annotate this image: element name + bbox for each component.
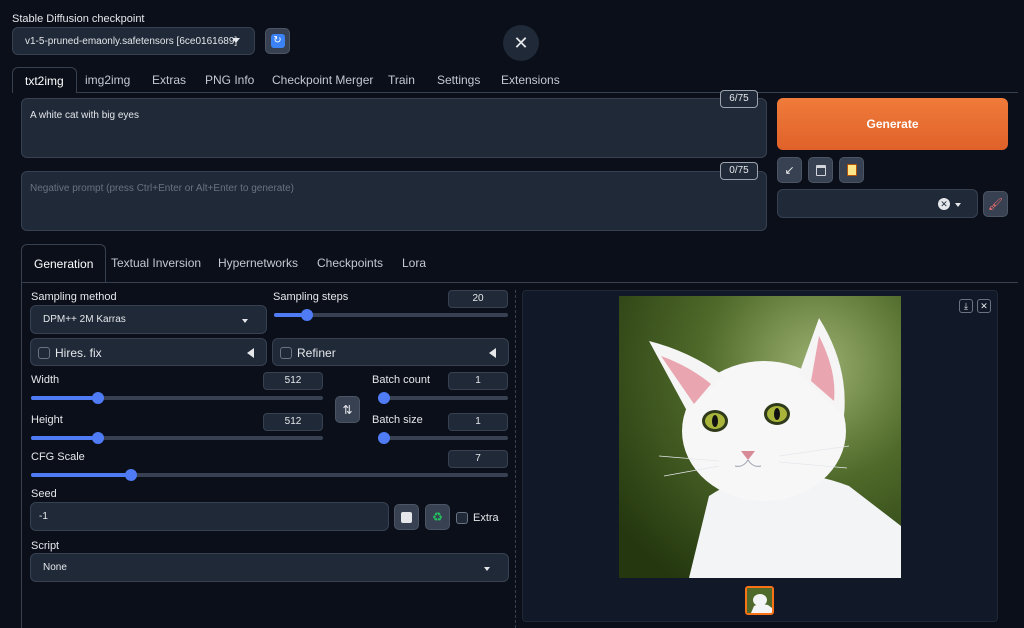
subtabs-divider [21, 282, 1018, 283]
batch-count-slider[interactable] [378, 392, 508, 404]
paintbrush-icon: 🖌 [987, 197, 1004, 211]
reuse-seed-button[interactable]: ♻ [425, 504, 450, 530]
batch-size-input[interactable]: 1 [448, 413, 508, 431]
collapse-triangle-icon [489, 348, 496, 358]
tab-lora[interactable]: Lora [390, 244, 438, 282]
download-icon: ⤓ [964, 300, 968, 311]
script-label: Script [31, 540, 60, 552]
negative-prompt-textarea[interactable]: Negative prompt (press Ctrl+Enter or Alt… [21, 171, 767, 231]
sampling-method-value: DPM++ 2M Karras [43, 314, 126, 325]
close-icon: ✕ [513, 33, 529, 53]
trash-icon [815, 164, 826, 176]
generated-image[interactable] [619, 296, 901, 578]
download-button[interactable]: ⤓ [959, 299, 973, 313]
prompt-text: A white cat with big eyes [30, 110, 139, 121]
generate-button[interactable]: Generate [777, 98, 1008, 150]
prompt-textarea[interactable]: A white cat with big eyes [21, 98, 767, 158]
random-seed-button[interactable] [394, 504, 419, 530]
extra-label: Extra [473, 512, 499, 524]
tab-generation[interactable]: Generation [21, 244, 107, 282]
batch-count-label: Batch count [372, 374, 431, 386]
tab-hypernetworks[interactable]: Hypernetworks [206, 244, 310, 282]
swap-arrows-icon: ⇅ [342, 402, 353, 417]
hires-fix-label: Hires. fix [55, 346, 102, 360]
chevron-down-icon [242, 319, 248, 323]
cfg-scale-slider[interactable] [31, 469, 508, 481]
refiner-accordion[interactable]: Refiner [272, 338, 509, 366]
chevron-down-icon [232, 38, 240, 43]
sampling-steps-input[interactable]: 20 [448, 290, 508, 308]
tab-textual-inversion[interactable]: Textual Inversion [99, 244, 213, 282]
batch-count-input[interactable]: 1 [448, 372, 508, 390]
refiner-label: Refiner [297, 346, 336, 360]
arrow-down-left-icon: ↙ [784, 163, 795, 177]
paste-button[interactable] [839, 157, 864, 183]
checkpoint-select[interactable]: v1-5-pruned-emaonly.safetensors [6ce0161… [12, 27, 255, 55]
chevron-down-icon [955, 203, 961, 207]
width-slider[interactable] [31, 392, 323, 404]
refresh-checkpoint-button[interactable]: ↻ [265, 28, 290, 54]
tab-extensions[interactable]: Extensions [489, 67, 572, 93]
trash-button[interactable] [808, 157, 833, 183]
cfg-scale-label: CFG Scale [31, 451, 85, 463]
edit-styles-button[interactable]: 🖌 [983, 191, 1008, 217]
refiner-checkbox[interactable] [280, 347, 292, 359]
tab-train[interactable]: Train [376, 67, 427, 93]
read-params-button[interactable]: ↙ [777, 157, 802, 183]
tab-settings[interactable]: Settings [425, 67, 492, 93]
batch-size-slider[interactable] [378, 432, 508, 444]
width-label: Width [31, 374, 60, 386]
clear-styles-icon[interactable]: ✕ [938, 198, 950, 210]
negative-prompt-placeholder: Negative prompt (press Ctrl+Enter or Alt… [30, 183, 295, 194]
hires-fix-accordion[interactable]: Hires. fix [30, 338, 267, 366]
tab-png-info[interactable]: PNG Info [193, 67, 266, 93]
close-button[interactable]: ✕ [503, 25, 539, 61]
sampling-steps-label: Sampling steps [273, 291, 349, 303]
generate-label: Generate [866, 117, 919, 131]
panel-left-border [21, 282, 22, 628]
checkpoint-value: v1-5-pruned-emaonly.safetensors [6ce0161… [25, 35, 238, 47]
dice-icon [401, 511, 412, 523]
tab-checkpoint-merger[interactable]: Checkpoint Merger [260, 67, 385, 93]
tab-img2img[interactable]: img2img [73, 67, 142, 93]
width-input[interactable]: 512 [263, 372, 323, 390]
hires-fix-checkbox[interactable] [38, 347, 50, 359]
close-gallery-button[interactable]: ✕ [977, 299, 991, 313]
styles-select[interactable]: ✕ [777, 189, 978, 218]
swap-dimensions-button[interactable]: ⇅ [335, 396, 360, 423]
clipboard-icon [846, 164, 857, 176]
height-input[interactable]: 512 [263, 413, 323, 431]
sampling-method-label: Sampling method [31, 291, 117, 303]
close-icon: ✕ [980, 300, 988, 311]
checkpoint-label: Stable Diffusion checkpoint [12, 13, 145, 25]
collapse-triangle-icon [247, 348, 254, 358]
seed-value: -1 [39, 511, 48, 522]
tab-extras[interactable]: Extras [140, 67, 198, 93]
height-slider[interactable] [31, 432, 323, 444]
gallery-thumbnail[interactable] [745, 586, 774, 615]
cfg-scale-input[interactable]: 7 [448, 450, 508, 468]
chevron-down-icon [484, 567, 490, 571]
refresh-icon: ↻ [270, 34, 285, 48]
tab-checkpoints[interactable]: Checkpoints [305, 244, 395, 282]
script-value: None [43, 562, 67, 573]
recycle-icon: ♻ [432, 510, 443, 524]
batch-size-label: Batch size [372, 414, 423, 426]
height-label: Height [31, 414, 63, 426]
prompt-token-counter: 6/75 [720, 90, 758, 108]
negative-token-counter: 0/75 [720, 162, 758, 180]
seed-label: Seed [31, 488, 57, 500]
sampling-method-select[interactable]: DPM++ 2M Karras [30, 305, 267, 334]
tab-txt2img[interactable]: txt2img [12, 67, 77, 93]
panel-divider [515, 290, 516, 628]
seed-input[interactable]: -1 [30, 502, 389, 531]
extra-seed-checkbox[interactable] [456, 512, 468, 524]
script-select[interactable]: None [30, 553, 509, 582]
sampling-steps-slider[interactable] [274, 309, 508, 321]
